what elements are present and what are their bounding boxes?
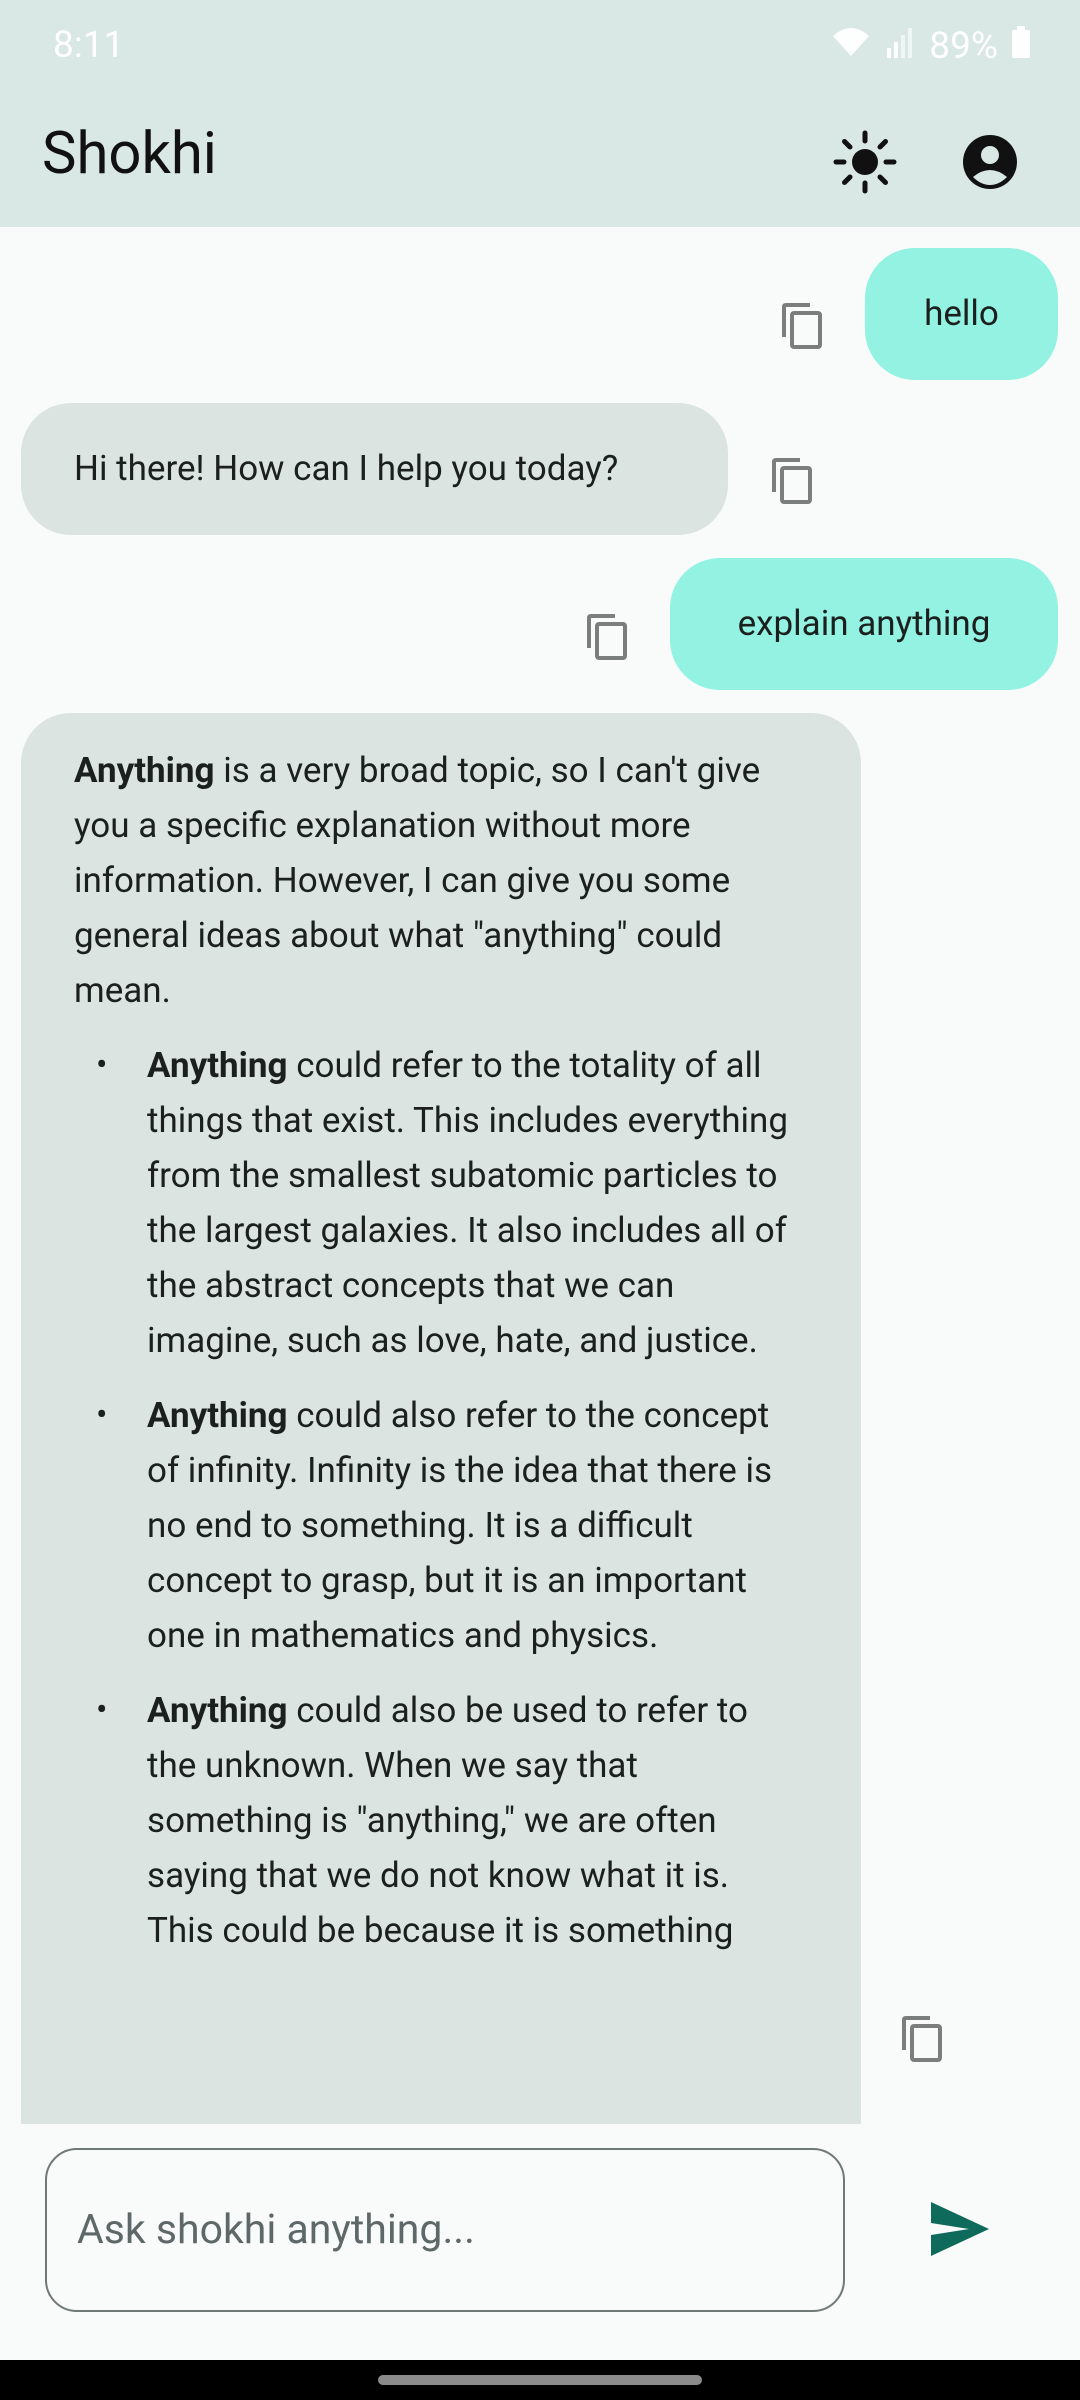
user-message[interactable]: explain anything [670,558,1058,690]
account-button[interactable] [950,124,1030,204]
signal-icon [885,25,915,68]
chat-list[interactable]: hello Hi there! How can I help you today… [0,227,1080,2124]
bullet-list: Anything could refer to the totality of … [74,1038,799,1958]
status-bar: 8:11 89% [0,0,1080,100]
app-title: Shokhi [42,120,217,188]
status-icons: 89% [831,24,1030,68]
home-gesture-handle[interactable] [378,2375,702,2385]
message-composer: Ask shokhi anything... [0,2124,1080,2360]
message-text: Hi there! How can I help you today? [74,448,619,489]
battery-percent: 89% [929,24,998,68]
message-intro: Anything is a very broad topic, so I can… [74,750,761,1011]
copy-icon[interactable] [780,301,824,351]
send-icon [925,2202,995,2268]
app-bar: Shokhi [0,100,1080,227]
account-circle-icon [961,133,1019,195]
status-time: 8:11 [53,24,125,67]
sun-icon [833,130,897,198]
theme-toggle-button[interactable] [825,124,905,204]
copy-icon[interactable] [770,456,814,506]
bot-message[interactable]: Hi there! How can I help you today? [21,403,728,535]
list-item: Anything could also refer to the concept… [74,1388,799,1663]
copy-icon[interactable] [900,2014,944,2064]
bot-message[interactable]: Anything is a very broad topic, so I can… [21,713,861,2124]
message-text: explain anything [737,603,991,644]
copy-icon[interactable] [585,612,629,662]
send-button[interactable] [925,2194,995,2264]
battery-icon [1012,25,1030,68]
input-placeholder: Ask shokhi anything... [77,2206,475,2254]
user-message[interactable]: hello [865,248,1058,380]
message-text: hello [924,293,999,334]
list-item: Anything could refer to the totality of … [74,1038,799,1368]
system-nav-bar [0,2360,1080,2400]
list-item: Anything could also be used to refer to … [74,1683,799,1958]
wifi-icon [831,24,871,68]
message-input[interactable]: Ask shokhi anything... [45,2148,845,2312]
